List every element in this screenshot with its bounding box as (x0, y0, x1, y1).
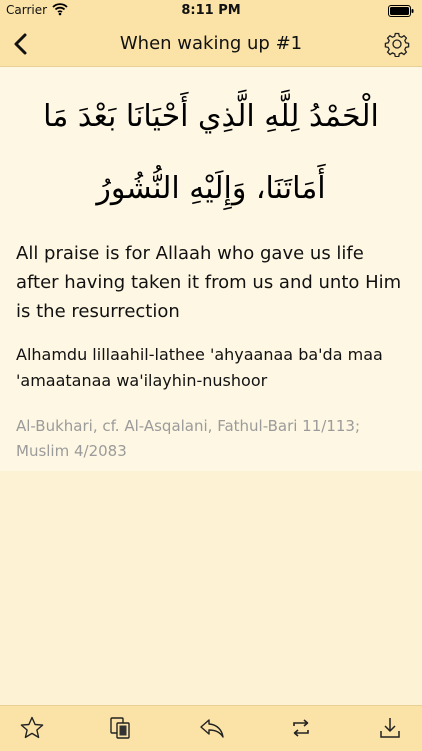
page-title: When waking up #1 (119, 33, 303, 54)
download-icon (380, 718, 400, 738)
arabic-text: الْحَمْدُ لِلَّهِ الَّذِي أَحْيَانَا بَع… (43, 99, 379, 206)
bottom-toolbar (0, 705, 422, 751)
share-button[interactable] (198, 715, 224, 741)
favorite-button[interactable] (19, 715, 45, 741)
download-button[interactable] (377, 715, 403, 741)
reference-text: Al-Bukhari, cf. Al-Asqalani, Fathul-Bari… (16, 417, 360, 460)
status-time: 8:11 PM (181, 3, 241, 18)
copy-icon (110, 717, 130, 739)
translation-text: All praise is for Allaah who gave us lif… (16, 243, 402, 322)
status-bar: Carrier 8:11 PM (0, 0, 422, 22)
dua-card: الْحَمْدُ لِلَّهِ الَّذِي أَحْيَانَا بَع… (0, 67, 422, 471)
repeat-button[interactable] (288, 715, 314, 741)
gear-icon (384, 32, 410, 57)
back-button[interactable] (10, 32, 32, 56)
star-icon (20, 716, 44, 739)
chevron-left-icon (14, 33, 27, 55)
settings-button[interactable] (384, 31, 410, 57)
nav-bar: When waking up #1 (0, 22, 422, 67)
battery-icon (388, 5, 414, 17)
repeat-icon (293, 719, 309, 737)
share-icon (200, 719, 224, 738)
copy-button[interactable] (107, 715, 133, 741)
transliteration-text: Alhamdu lillaahil-lathee 'ahyaanaa ba'da… (16, 345, 383, 390)
